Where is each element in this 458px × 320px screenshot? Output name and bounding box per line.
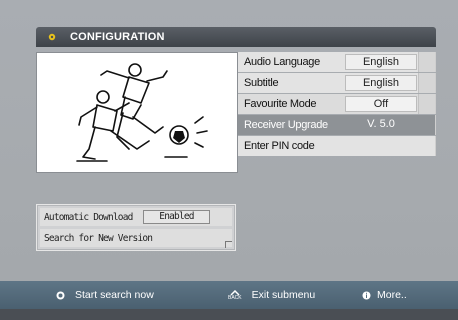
option-arrow-area (418, 94, 435, 114)
more-hint[interactable]: More.. (362, 281, 407, 309)
option-arrow-area (418, 52, 435, 72)
back-button-icon: BACK (228, 289, 242, 301)
menu-item-label: Enter PIN code (244, 140, 315, 152)
tv-screen: CONFIGURATION Audio Language English Sub… (0, 0, 458, 320)
soccer-illustration (36, 52, 238, 173)
automatic-download-label: Automatic Download (44, 211, 133, 223)
config-menu: Audio Language English Subtitle English … (238, 52, 436, 157)
menu-item-subtitle[interactable]: Subtitle English (238, 73, 436, 93)
soccer-ball (169, 125, 189, 145)
menu-item-label: Favourite Mode (244, 98, 317, 110)
search-new-version-label: Search for New Version (44, 232, 153, 244)
audio-language-value[interactable]: English (345, 54, 417, 70)
automatic-download-value[interactable]: Enabled (143, 210, 210, 224)
automatic-download-row[interactable]: Automatic Download Enabled (40, 208, 232, 226)
menu-item-favourite-mode[interactable]: Favourite Mode Off (238, 94, 436, 114)
exit-submenu-label: Exit submenu (251, 289, 316, 301)
upgrade-panel: Automatic Download Enabled Search for Ne… (36, 204, 236, 251)
subtitle-value[interactable]: English (345, 75, 417, 91)
soccer-players-image (76, 63, 208, 162)
receiver-version-value: V. 5.0 (367, 118, 395, 130)
more-label: More.. (377, 289, 407, 301)
menu-item-audio-language[interactable]: Audio Language English (238, 52, 436, 72)
ok-button-icon (56, 291, 65, 300)
menu-item-label: Audio Language (244, 56, 320, 68)
menu-item-label: Receiver Upgrade (244, 119, 328, 131)
info-icon (362, 291, 371, 300)
search-new-version-row[interactable]: Search for New Version (40, 229, 232, 247)
page-title: CONFIGURATION (70, 31, 165, 43)
menu-header: CONFIGURATION (36, 27, 436, 47)
option-arrow-area (418, 73, 435, 93)
bottom-strip (0, 309, 458, 320)
gear-icon (46, 31, 58, 43)
start-search-label: Start search now (75, 289, 154, 301)
help-bar: Start search now BACK Exit submenu More.… (0, 281, 458, 309)
back-key-label: BACK (228, 294, 242, 301)
start-search-hint[interactable]: Start search now (56, 281, 154, 309)
resize-corner-icon (225, 241, 232, 248)
menu-item-label: Subtitle (244, 77, 279, 89)
exit-submenu-hint[interactable]: BACK Exit submenu (228, 281, 315, 309)
favourite-mode-value[interactable]: Off (345, 96, 417, 112)
menu-item-receiver-upgrade[interactable]: Receiver Upgrade V. 5.0 (238, 115, 436, 135)
menu-item-enter-pin[interactable]: Enter PIN code (238, 136, 436, 156)
